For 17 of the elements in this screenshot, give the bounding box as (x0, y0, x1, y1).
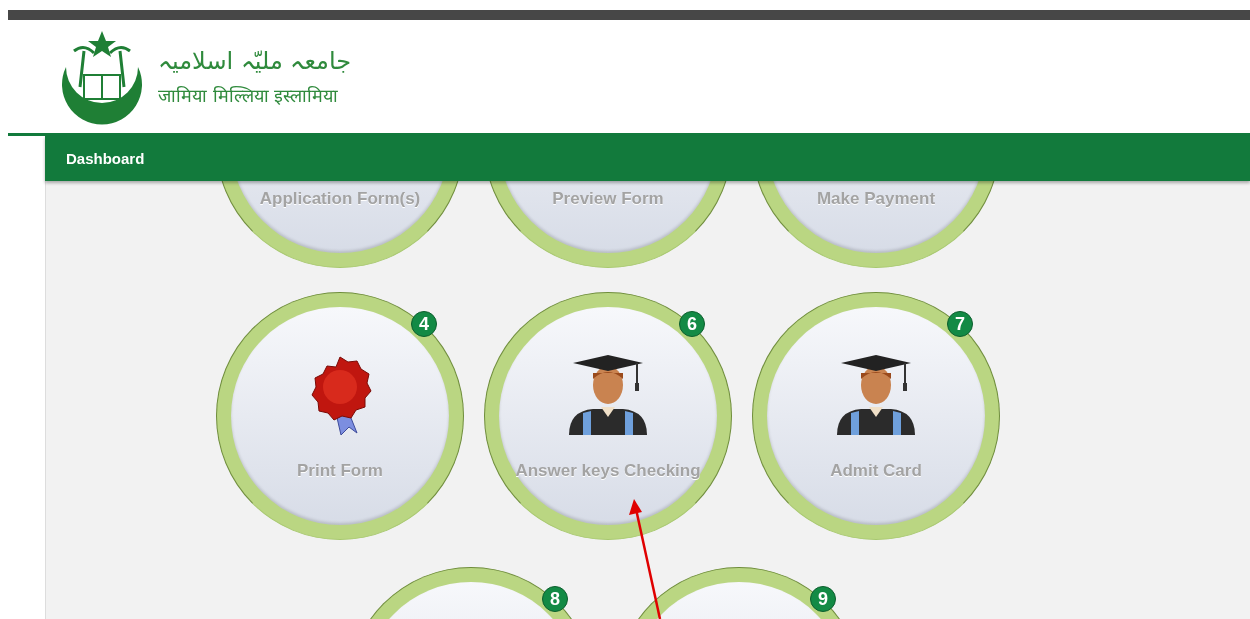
dashboard-tile[interactable]: Print Form 4 (216, 292, 464, 540)
step-badge: 4 (411, 311, 437, 337)
step-badge: 8 (542, 586, 568, 612)
dashboard-tile[interactable]: Answer keys Checking 6 (484, 292, 732, 540)
university-name-hindi: जामिया मिल्लिया इस्लामिया (158, 86, 340, 105)
dashboard-tile[interactable]: Admit Card 7 (752, 292, 1000, 540)
nav-link[interactable]: Dashboard (66, 146, 145, 171)
tile-label: Print Form (297, 461, 383, 481)
tile-label: Admit Card (830, 461, 922, 481)
university-name-urdu: جامعہ ملیّہ اسلامیہ (158, 48, 352, 73)
tile-label: Answer keys Checking (515, 461, 701, 481)
tile-label: Make Payment (816, 189, 936, 209)
tile-label: Application Form(s) (259, 189, 421, 209)
step-badge: 6 (679, 311, 705, 337)
tile-label: Preview Form (552, 189, 664, 209)
step-badge: 7 (947, 311, 973, 337)
step-badge: 9 (810, 586, 836, 612)
